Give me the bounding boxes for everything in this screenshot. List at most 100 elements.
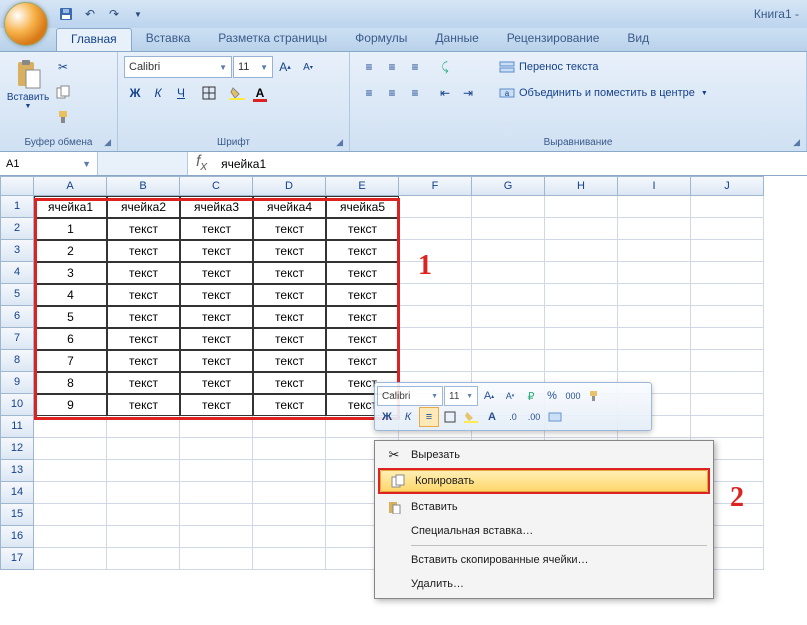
mini-italic-button[interactable]: К	[398, 407, 418, 427]
row-header[interactable]: 13	[0, 460, 34, 482]
cell[interactable]: текст	[180, 372, 253, 394]
cell[interactable]	[691, 196, 764, 218]
chevron-down-icon[interactable]: ▼	[82, 159, 91, 169]
dialog-launcher-icon[interactable]: ◢	[104, 137, 111, 148]
cell[interactable]: текст	[326, 262, 399, 284]
align-left-icon[interactable]: ≡	[358, 82, 380, 104]
cell[interactable]: текст	[326, 350, 399, 372]
tab-page-layout[interactable]: Разметка страницы	[204, 28, 341, 51]
cell[interactable]: текст	[253, 240, 326, 262]
cell[interactable]	[180, 482, 253, 504]
cell[interactable]: 7	[34, 350, 107, 372]
cell[interactable]: 3	[34, 262, 107, 284]
cell[interactable]: текст	[326, 328, 399, 350]
cell[interactable]: текст	[107, 372, 180, 394]
row-header[interactable]: 2	[0, 218, 34, 240]
ctx-insert-copied[interactable]: Вставить скопированные ячейки…	[377, 548, 711, 572]
cell[interactable]: текст	[253, 262, 326, 284]
cell[interactable]	[180, 526, 253, 548]
cell[interactable]	[691, 284, 764, 306]
cell[interactable]	[691, 328, 764, 350]
cell[interactable]: текст	[107, 240, 180, 262]
fx-icon[interactable]: fx	[188, 153, 215, 173]
copy-icon[interactable]	[52, 81, 74, 103]
row-header[interactable]: 12	[0, 438, 34, 460]
cell[interactable]	[180, 438, 253, 460]
mini-shrink-font-icon[interactable]: A▾	[500, 386, 520, 406]
cell[interactable]	[691, 218, 764, 240]
dialog-launcher-icon[interactable]: ◢	[793, 137, 800, 148]
cell[interactable]	[472, 350, 545, 372]
underline-button[interactable]: Ч	[170, 82, 192, 104]
cell[interactable]: ячейка3	[180, 196, 253, 218]
cell[interactable]	[34, 526, 107, 548]
cell[interactable]	[180, 548, 253, 570]
mini-accounting-icon[interactable]: ₽	[521, 386, 541, 406]
cell[interactable]	[107, 504, 180, 526]
cell[interactable]: текст	[107, 350, 180, 372]
cell[interactable]	[107, 482, 180, 504]
cell[interactable]	[399, 350, 472, 372]
cell[interactable]	[180, 416, 253, 438]
row-header[interactable]: 4	[0, 262, 34, 284]
row-header[interactable]: 5	[0, 284, 34, 306]
cell[interactable]	[691, 394, 764, 416]
cell[interactable]: текст	[180, 284, 253, 306]
cell[interactable]	[472, 328, 545, 350]
ctx-paste[interactable]: Вставить	[377, 495, 711, 519]
row-header[interactable]: 3	[0, 240, 34, 262]
tab-insert[interactable]: Вставка	[132, 28, 205, 51]
tab-view[interactable]: Вид	[613, 28, 663, 51]
cell[interactable]	[253, 460, 326, 482]
cell[interactable]: 6	[34, 328, 107, 350]
cell[interactable]	[618, 306, 691, 328]
mini-grow-font-icon[interactable]: A▴	[479, 386, 499, 406]
cell[interactable]	[399, 218, 472, 240]
cell[interactable]: ячейка4	[253, 196, 326, 218]
borders-icon[interactable]	[198, 82, 220, 104]
cell[interactable]: текст	[180, 328, 253, 350]
cell[interactable]	[399, 284, 472, 306]
cell[interactable]	[34, 438, 107, 460]
mini-decrease-decimal-icon[interactable]: .0	[503, 407, 523, 427]
cell[interactable]	[545, 306, 618, 328]
cell[interactable]: текст	[253, 350, 326, 372]
cell[interactable]	[253, 526, 326, 548]
cell[interactable]: текст	[253, 284, 326, 306]
cell[interactable]	[399, 196, 472, 218]
align-bottom-icon[interactable]: ≡	[404, 56, 426, 78]
dialog-launcher-icon[interactable]: ◢	[336, 137, 343, 148]
redo-icon[interactable]: ↷	[104, 4, 124, 24]
cell[interactable]	[34, 482, 107, 504]
cell[interactable]	[545, 196, 618, 218]
cell[interactable]	[691, 306, 764, 328]
cell[interactable]: текст	[253, 306, 326, 328]
cell[interactable]: 9	[34, 394, 107, 416]
mini-increase-decimal-icon[interactable]: .00	[524, 407, 544, 427]
column-header[interactable]: D	[253, 176, 326, 196]
tab-review[interactable]: Рецензирование	[493, 28, 614, 51]
cell[interactable]	[691, 372, 764, 394]
cell[interactable]: текст	[253, 394, 326, 416]
mini-merge-icon[interactable]	[545, 407, 565, 427]
font-name-combo[interactable]: Calibri▼	[124, 56, 232, 78]
cell[interactable]	[253, 416, 326, 438]
cell[interactable]	[472, 240, 545, 262]
cell[interactable]	[107, 438, 180, 460]
mini-comma-icon[interactable]: 000	[563, 386, 583, 406]
orientation-icon[interactable]: ⤹	[434, 56, 456, 78]
row-header[interactable]: 11	[0, 416, 34, 438]
cell[interactable]: текст	[180, 218, 253, 240]
cut-icon[interactable]: ✂	[52, 56, 74, 78]
cell[interactable]	[107, 416, 180, 438]
cell[interactable]: текст	[180, 350, 253, 372]
mini-font-combo[interactable]: Calibri▼	[377, 386, 443, 406]
cell[interactable]	[472, 262, 545, 284]
paste-button[interactable]: Вставить ▼	[6, 56, 50, 112]
row-header[interactable]: 1	[0, 196, 34, 218]
cell[interactable]	[399, 328, 472, 350]
cell[interactable]: 4	[34, 284, 107, 306]
cell[interactable]	[545, 218, 618, 240]
cell[interactable]	[618, 350, 691, 372]
row-header[interactable]: 9	[0, 372, 34, 394]
